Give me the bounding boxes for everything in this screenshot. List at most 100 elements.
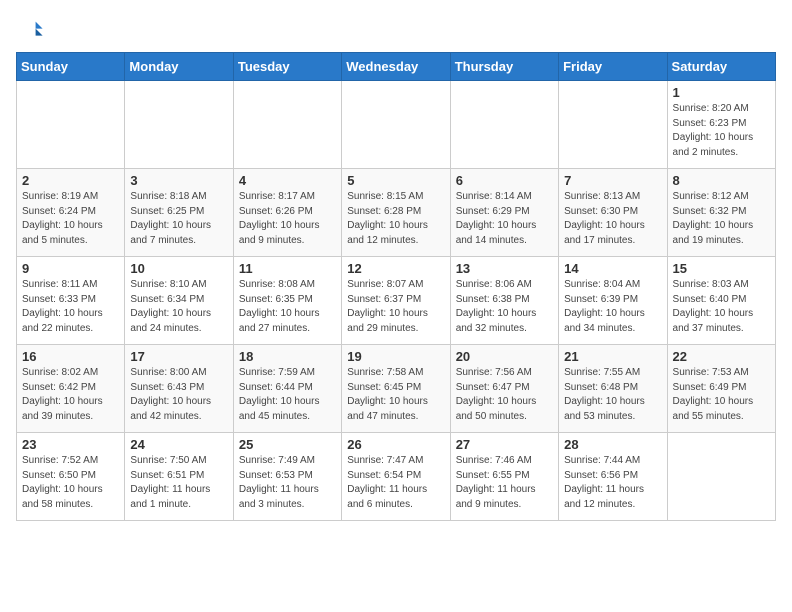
weekday-header-friday: Friday xyxy=(559,53,667,81)
calendar-cell: 1 Sunrise: 8:20 AM Sunset: 6:23 PM Daylig… xyxy=(667,81,775,169)
week-row-1: 1 Sunrise: 8:20 AM Sunset: 6:23 PM Daylig… xyxy=(17,81,776,169)
day-info: Sunrise: 7:47 AM Sunset: 6:54 PM Dayligh… xyxy=(347,454,444,512)
day-info: Sunrise: 8:02 AM Sunset: 6:42 PM Dayligh… xyxy=(22,366,119,424)
calendar-cell: 13Sunrise: 8:06 AM Sunset: 6:38 PM Dayli… xyxy=(450,257,558,345)
day-number: 22 xyxy=(673,349,770,364)
calendar-cell: 27 Sunrise: 7:46 AM Sunset: 6:55 PM Dayli… xyxy=(450,433,558,521)
calendar-cell: 11 Sunrise: 8:08 AM Sunset: 6:35 PM Dayli… xyxy=(233,257,341,345)
calendar-cell: 25 Sunrise: 7:49 AM Sunset: 6:53 PM Dayli… xyxy=(233,433,341,521)
calendar-cell: 6 Sunrise: 8:14 AM Sunset: 6:29 PM Daylig… xyxy=(450,169,558,257)
day-info: Sunrise: 8:08 AM Sunset: 6:35 PM Dayligh… xyxy=(239,278,336,336)
calendar-cell: 26 Sunrise: 7:47 AM Sunset: 6:54 PM Dayli… xyxy=(342,433,450,521)
day-info: Sunrise: 7:49 AM Sunset: 6:53 PM Dayligh… xyxy=(239,454,336,512)
day-number: 3 xyxy=(130,173,227,188)
day-number: 10 xyxy=(130,261,227,276)
day-number: 18 xyxy=(239,349,336,364)
calendar-cell xyxy=(450,81,558,169)
day-info: Sunrise: 8:10 AM Sunset: 6:34 PM Dayligh… xyxy=(130,278,227,336)
day-number: 1 xyxy=(673,85,770,100)
calendar-cell xyxy=(559,81,667,169)
day-number: 13 xyxy=(456,261,553,276)
weekday-header-wednesday: Wednesday xyxy=(342,53,450,81)
day-info: Sunrise: 8:03 AM Sunset: 6:40 PM Dayligh… xyxy=(673,278,770,336)
day-number: 9 xyxy=(22,261,119,276)
day-number: 4 xyxy=(239,173,336,188)
day-info: Sunrise: 8:11 AM Sunset: 6:33 PM Dayligh… xyxy=(22,278,119,336)
calendar-cell: 24 Sunrise: 7:50 AM Sunset: 6:51 PM Dayli… xyxy=(125,433,233,521)
day-info: Sunrise: 8:00 AM Sunset: 6:43 PM Dayligh… xyxy=(130,366,227,424)
day-info: Sunrise: 8:20 AM Sunset: 6:23 PM Dayligh… xyxy=(673,102,770,160)
week-row-4: 16 Sunrise: 8:02 AM Sunset: 6:42 PM Dayli… xyxy=(17,345,776,433)
day-info: Sunrise: 8:15 AM Sunset: 6:28 PM Dayligh… xyxy=(347,190,444,248)
calendar-cell xyxy=(233,81,341,169)
calendar-cell xyxy=(342,81,450,169)
calendar-cell: 14 Sunrise: 8:04 AM Sunset: 6:39 PM Dayli… xyxy=(559,257,667,345)
calendar-cell: 10 Sunrise: 8:10 AM Sunset: 6:34 PM Dayli… xyxy=(125,257,233,345)
day-info: Sunrise: 8:14 AM Sunset: 6:29 PM Dayligh… xyxy=(456,190,553,248)
day-info: Sunrise: 7:58 AM Sunset: 6:45 PM Dayligh… xyxy=(347,366,444,424)
day-number: 16 xyxy=(22,349,119,364)
day-info: Sunrise: 8:17 AM Sunset: 6:26 PM Dayligh… xyxy=(239,190,336,248)
day-info: Sunrise: 8:18 AM Sunset: 6:25 PM Dayligh… xyxy=(130,190,227,248)
calendar-cell: 15 Sunrise: 8:03 AM Sunset: 6:40 PM Dayli… xyxy=(667,257,775,345)
calendar-cell: 9 Sunrise: 8:11 AM Sunset: 6:33 PM Daylig… xyxy=(17,257,125,345)
calendar-table: SundayMondayTuesdayWednesdayThursdayFrid… xyxy=(16,52,776,521)
calendar-cell: 21 Sunrise: 7:55 AM Sunset: 6:48 PM Dayli… xyxy=(559,345,667,433)
day-number: 26 xyxy=(347,437,444,452)
day-number: 6 xyxy=(456,173,553,188)
day-number: 8 xyxy=(673,173,770,188)
calendar-cell xyxy=(125,81,233,169)
day-number: 21 xyxy=(564,349,661,364)
calendar-cell: 7 Sunrise: 8:13 AM Sunset: 6:30 PM Daylig… xyxy=(559,169,667,257)
calendar-cell: 23 Sunrise: 7:52 AM Sunset: 6:50 PM Dayli… xyxy=(17,433,125,521)
week-row-3: 9 Sunrise: 8:11 AM Sunset: 6:33 PM Daylig… xyxy=(17,257,776,345)
calendar-cell: 28 Sunrise: 7:44 AM Sunset: 6:56 PM Dayli… xyxy=(559,433,667,521)
day-info: Sunrise: 7:56 AM Sunset: 6:47 PM Dayligh… xyxy=(456,366,553,424)
day-number: 11 xyxy=(239,261,336,276)
weekday-header-monday: Monday xyxy=(125,53,233,81)
day-number: 23 xyxy=(22,437,119,452)
day-info: Sunrise: 8:13 AM Sunset: 6:30 PM Dayligh… xyxy=(564,190,661,248)
day-number: 12 xyxy=(347,261,444,276)
day-number: 17 xyxy=(130,349,227,364)
day-info: Sunrise: 7:53 AM Sunset: 6:49 PM Dayligh… xyxy=(673,366,770,424)
day-number: 5 xyxy=(347,173,444,188)
calendar-cell: 4 Sunrise: 8:17 AM Sunset: 6:26 PM Daylig… xyxy=(233,169,341,257)
day-number: 14 xyxy=(564,261,661,276)
logo-icon xyxy=(16,16,44,44)
weekday-header-row: SundayMondayTuesdayWednesdayThursdayFrid… xyxy=(17,53,776,81)
day-number: 15 xyxy=(673,261,770,276)
calendar-cell: 5 Sunrise: 8:15 AM Sunset: 6:28 PM Daylig… xyxy=(342,169,450,257)
day-number: 19 xyxy=(347,349,444,364)
calendar-cell: 18 Sunrise: 7:59 AM Sunset: 6:44 PM Dayli… xyxy=(233,345,341,433)
calendar-cell xyxy=(17,81,125,169)
day-info: Sunrise: 8:12 AM Sunset: 6:32 PM Dayligh… xyxy=(673,190,770,248)
day-info: Sunrise: 7:50 AM Sunset: 6:51 PM Dayligh… xyxy=(130,454,227,512)
day-number: 7 xyxy=(564,173,661,188)
weekday-header-sunday: Sunday xyxy=(17,53,125,81)
day-number: 24 xyxy=(130,437,227,452)
week-row-5: 23 Sunrise: 7:52 AM Sunset: 6:50 PM Dayli… xyxy=(17,433,776,521)
day-info: Sunrise: 7:46 AM Sunset: 6:55 PM Dayligh… xyxy=(456,454,553,512)
calendar-cell: 19 Sunrise: 7:58 AM Sunset: 6:45 PM Dayli… xyxy=(342,345,450,433)
calendar-cell: 17 Sunrise: 8:00 AM Sunset: 6:43 PM Dayli… xyxy=(125,345,233,433)
calendar-cell: 3 Sunrise: 8:18 AM Sunset: 6:25 PM Daylig… xyxy=(125,169,233,257)
calendar-cell: 12 Sunrise: 8:07 AM Sunset: 6:37 PM Dayli… xyxy=(342,257,450,345)
day-number: 2 xyxy=(22,173,119,188)
day-info: Sunrise: 7:59 AM Sunset: 6:44 PM Dayligh… xyxy=(239,366,336,424)
weekday-header-tuesday: Tuesday xyxy=(233,53,341,81)
day-info: Sunrise: 8:19 AM Sunset: 6:24 PM Dayligh… xyxy=(22,190,119,248)
day-info: Sunrise: 7:52 AM Sunset: 6:50 PM Dayligh… xyxy=(22,454,119,512)
week-row-2: 2 Sunrise: 8:19 AM Sunset: 6:24 PM Daylig… xyxy=(17,169,776,257)
day-info: Sunrise: 8:04 AM Sunset: 6:39 PM Dayligh… xyxy=(564,278,661,336)
day-info: Sunrise: 7:55 AM Sunset: 6:48 PM Dayligh… xyxy=(564,366,661,424)
calendar-cell xyxy=(667,433,775,521)
calendar-cell: 2 Sunrise: 8:19 AM Sunset: 6:24 PM Daylig… xyxy=(17,169,125,257)
day-info: Sunrise: 8:07 AM Sunset: 6:37 PM Dayligh… xyxy=(347,278,444,336)
calendar-cell: 20Sunrise: 7:56 AM Sunset: 6:47 PM Dayli… xyxy=(450,345,558,433)
day-number: 25 xyxy=(239,437,336,452)
day-number: 27 xyxy=(456,437,553,452)
logo xyxy=(16,16,48,44)
day-number: 28 xyxy=(564,437,661,452)
day-info: Sunrise: 7:44 AM Sunset: 6:56 PM Dayligh… xyxy=(564,454,661,512)
